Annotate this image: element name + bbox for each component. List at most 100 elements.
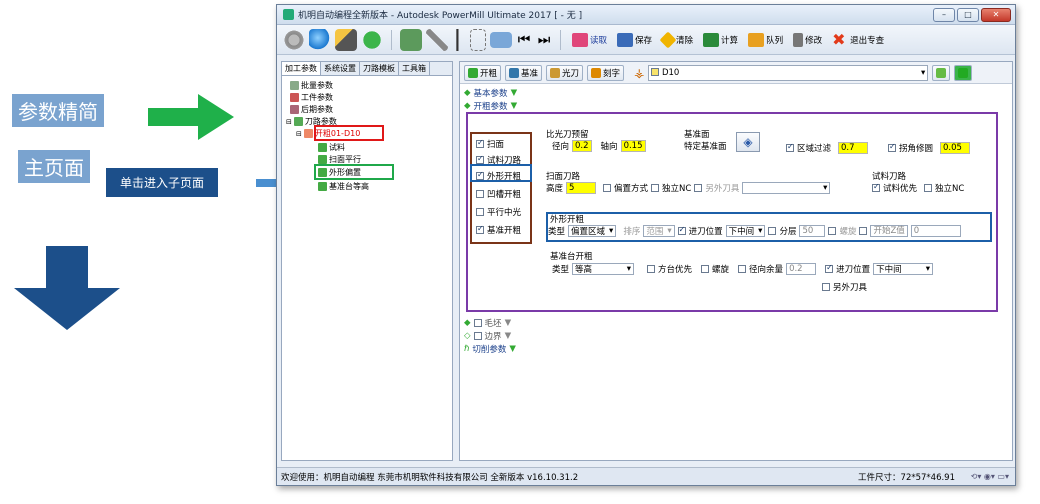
base-radial-input[interactable]: 0.2 xyxy=(786,263,817,275)
grid-icon[interactable] xyxy=(400,28,422,51)
trial-indep-check[interactable] xyxy=(924,184,933,192)
folder-icon[interactable] xyxy=(490,31,512,48)
trial-first-check[interactable] xyxy=(872,182,880,192)
region-filter-input[interactable]: 0.7 xyxy=(838,142,869,154)
read-button[interactable]: 读取 xyxy=(569,29,610,51)
tree-item-post[interactable]: 后期参数 xyxy=(290,104,333,115)
corner-row: 拐角修圆0.05 xyxy=(888,142,971,154)
outer-entry-check[interactable] xyxy=(677,225,686,235)
save-button[interactable]: 保存 xyxy=(614,29,655,51)
base-entry-check[interactable] xyxy=(825,263,834,273)
calc-icon xyxy=(703,32,720,47)
base-other-tool-check[interactable] xyxy=(822,283,830,291)
maximize-button[interactable]: □ xyxy=(957,8,979,22)
outer-entry-select[interactable]: 下中间 ▾ xyxy=(725,225,766,237)
download-button[interactable] xyxy=(954,64,973,81)
work-icon xyxy=(290,93,299,102)
section-basic[interactable]: ◆ 基本参数 ▼ xyxy=(464,87,517,99)
minimize-button[interactable]: – xyxy=(933,8,955,22)
outer-type-select[interactable]: 偏置区域 ▾ xyxy=(568,225,617,237)
section-cut[interactable]: ℏ 切削参数 ▼ xyxy=(464,343,516,355)
section-rough[interactable]: ◆ 开粗参数 ▼ xyxy=(464,100,517,112)
queue-button[interactable]: 队列 xyxy=(745,29,786,51)
tab-machining-params[interactable]: 加工参数 xyxy=(282,62,321,75)
rough-icon xyxy=(468,67,478,78)
section-boundary[interactable]: ◇ 边界 ▼ xyxy=(464,330,511,342)
boundary-check[interactable] xyxy=(473,332,482,340)
other-tool-check[interactable] xyxy=(694,184,703,192)
rough-button[interactable]: 开粗 xyxy=(464,64,502,81)
modify-button[interactable]: 修改 xyxy=(790,29,825,51)
tab-toolpath-template[interactable]: 刀路模板 xyxy=(360,62,399,75)
check-groove[interactable]: 凹槽开粗 xyxy=(476,188,521,200)
tree-item-trial[interactable]: 试料 xyxy=(318,142,345,153)
face-icon xyxy=(318,155,327,164)
base-radial-check[interactable] xyxy=(738,265,747,273)
tree-item-batch[interactable]: 批量参数 xyxy=(290,80,333,91)
outer-startz-input[interactable]: 0 xyxy=(910,225,961,237)
gear-icon[interactable] xyxy=(283,28,305,51)
base-type-select[interactable]: 等高 ▾ xyxy=(572,263,635,275)
tool-edit-button[interactable] xyxy=(932,64,951,81)
base-button[interactable]: 基准 xyxy=(505,64,543,81)
check-parallel[interactable]: 平行中光 xyxy=(476,206,521,218)
outer-order-select[interactable]: 范围 ▾ xyxy=(643,225,675,237)
close-button[interactable]: ✕ xyxy=(981,8,1011,22)
outer-layer-input[interactable]: 50 xyxy=(799,225,826,237)
outer-layer-check[interactable] xyxy=(768,227,777,235)
axial-allow-input[interactable]: 0.15 xyxy=(620,140,646,152)
exit-button[interactable]: ✖ 退出专查 xyxy=(829,29,887,51)
base-spiral-check[interactable] xyxy=(701,265,710,273)
arrow-icon[interactable] xyxy=(452,28,466,51)
base-face-button[interactable]: ◈ xyxy=(736,132,760,152)
outer-startz-label: 开始Z值 xyxy=(870,225,908,237)
broom-icon[interactable] xyxy=(335,28,357,51)
corner-check[interactable] xyxy=(888,142,896,152)
right-toolbar: 开粗 基准 光刀 刻字 ⚶ D10 ▾ xyxy=(460,62,1012,84)
corner-input[interactable]: 0.05 xyxy=(940,142,971,154)
add-icon[interactable] xyxy=(361,28,383,51)
finish-button[interactable]: 光刀 xyxy=(546,64,584,81)
first-icon[interactable]: ⏮ xyxy=(516,29,532,51)
base-other-tool-row: 另外刀具 xyxy=(822,281,867,293)
download-icon xyxy=(958,67,969,78)
check-base[interactable]: 基准开粗 xyxy=(476,224,521,236)
radial-allow-input[interactable]: 0.2 xyxy=(572,140,592,152)
chevron-down-icon: ▼ xyxy=(504,318,512,328)
outer-startz-check[interactable] xyxy=(859,227,868,235)
tree-item-work[interactable]: 工件参数 xyxy=(290,92,333,103)
globe-icon[interactable] xyxy=(309,28,331,51)
status-icons[interactable]: ⟲▾ ◉▾ ▭▾ xyxy=(971,472,1009,481)
section-blank[interactable]: ◆ 毛坯 ▼ xyxy=(464,317,511,329)
offset-mode-check[interactable] xyxy=(603,184,612,192)
engrave-button[interactable]: 刻字 xyxy=(587,64,625,81)
check-face[interactable]: 扫面 xyxy=(476,138,504,150)
tree-item-base[interactable]: 基准台等高 xyxy=(318,181,369,192)
check-icon xyxy=(476,224,484,234)
square-first-check[interactable] xyxy=(647,265,656,273)
indep-nc-check[interactable] xyxy=(651,184,660,192)
chevron-down-icon: ▾ xyxy=(920,67,926,78)
tree-icon[interactable] xyxy=(470,28,486,51)
arrow-right-icon xyxy=(148,94,234,140)
check-trial[interactable]: 试料刀路 xyxy=(476,154,521,166)
base-entry-select[interactable]: 下中间 ▾ xyxy=(873,263,934,275)
check-outer[interactable]: 外形开粗 xyxy=(476,170,521,182)
window-title: 机明自动编程全新版本 - Autodesk PowerMill Ultimate… xyxy=(298,11,583,21)
blank-check[interactable] xyxy=(473,319,482,327)
region-filter-check[interactable] xyxy=(786,142,794,152)
tab-toolbox[interactable]: 工具箱 xyxy=(399,62,430,75)
clear-button[interactable]: 清除 xyxy=(659,29,696,51)
face-height-input[interactable]: 5 xyxy=(566,182,597,194)
title-bar: 机明自动编程全新版本 - Autodesk PowerMill Ultimate… xyxy=(277,5,1015,25)
other-tool-select[interactable]: ▾ xyxy=(742,182,831,194)
last-icon[interactable]: ⏭ xyxy=(536,29,552,51)
outer-spiral-check[interactable] xyxy=(828,227,837,235)
tool-select[interactable]: D10 ▾ xyxy=(648,64,929,81)
chevron-down-icon: ▾ xyxy=(667,226,672,236)
calc-button[interactable]: 计算 xyxy=(700,29,741,51)
wrench-icon[interactable] xyxy=(426,28,448,51)
collapse-icon: ⊟ xyxy=(296,129,302,138)
tab-system-settings[interactable]: 系统设置 xyxy=(321,62,360,75)
left-pane: 加工参数 系统设置 刀路模板 工具箱 批量参数 工件参数 后期参数 ⊟ 刀路参数 … xyxy=(281,61,453,461)
